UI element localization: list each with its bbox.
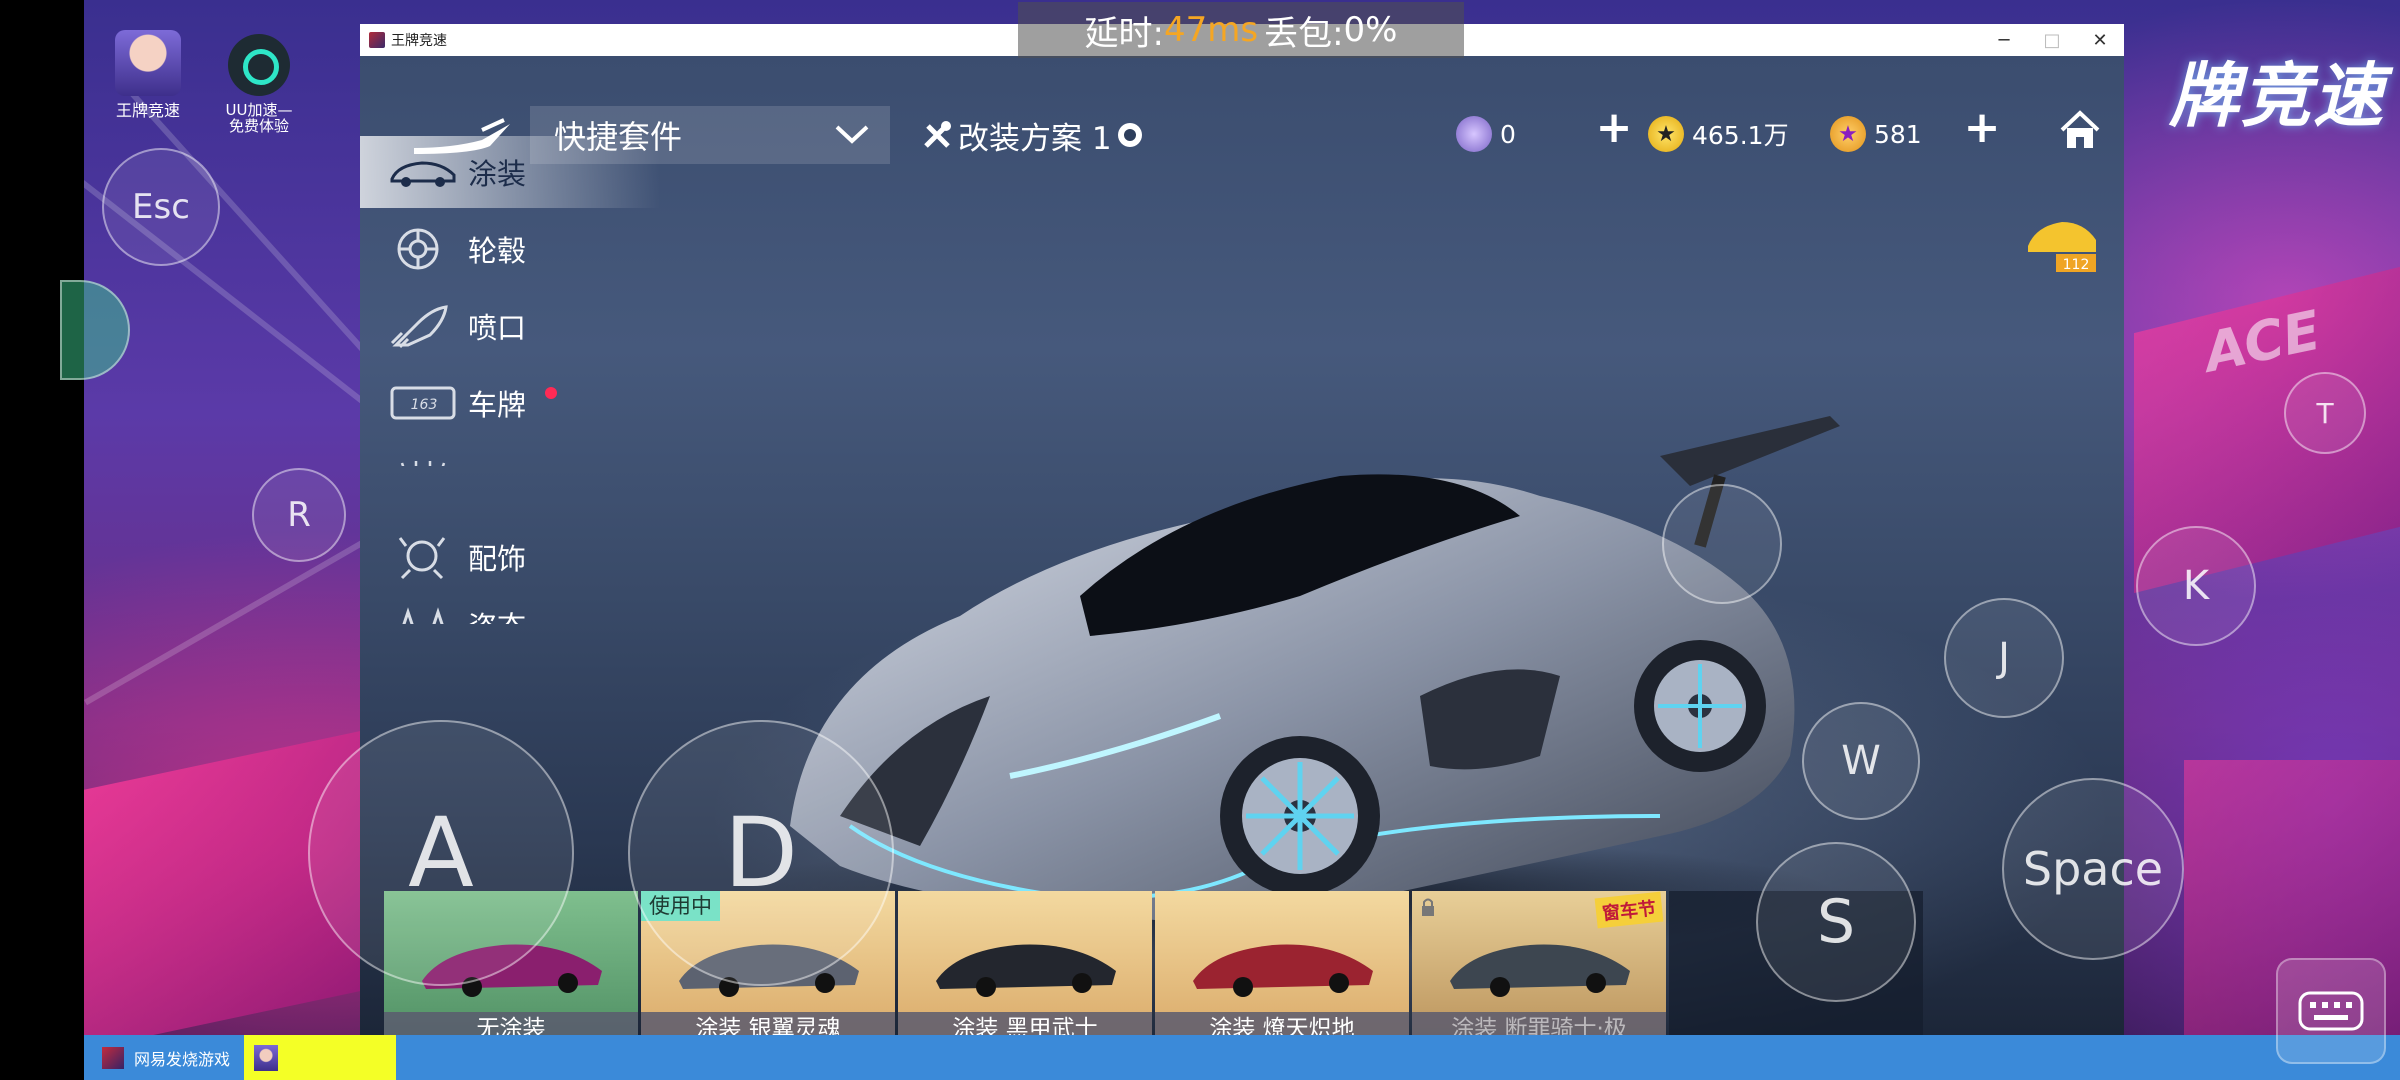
maximize-button[interactable]: □ [2028,24,2076,56]
taskbar: 网易发烧游戏 [84,1035,2400,1080]
star-coin-icon: ★ [1830,116,1866,152]
taskbar-item-label: 网易发烧游戏 [134,1049,231,1069]
skin-car-thumbnail [936,944,1116,997]
delay-label: 延时: [1084,13,1164,54]
minimize-button[interactable]: ─ [1980,24,2028,56]
vkey-j[interactable]: J [1944,598,2064,718]
vkey-t[interactable]: T [2284,372,2366,454]
skin-card[interactable]: 窗车节 涂装 断罪骑士·极 [1412,891,1666,1035]
currency-star: ★ 581 [1830,112,1922,156]
tools-icon [924,121,951,148]
add-star-coin-button[interactable]: + [1962,106,2002,150]
keyboard-mapping-button[interactable] [2276,958,2386,1064]
license-plate-icon: 163 [390,386,456,420]
category-item-plate[interactable]: 163 车牌 [360,367,660,439]
currency-gem: 0 [1456,112,1516,156]
chevron-down-icon [835,125,869,144]
mod-plan-button[interactable]: 改装方案 1 [922,108,1142,162]
skin-list: 无涂装 使用中 涂装 银翼灵魂 涂装 黑甲武士 涂装 燎天炽地 窗车节 涂装 断… [384,891,1923,1035]
category-label: 姿态 [468,604,526,624]
vkey-k[interactable]: K [2136,526,2256,646]
skin-label: 涂装 黑甲武士 [898,1012,1152,1035]
category-item-exhaust[interactable]: 喷口 [360,290,660,362]
pose-icon [402,607,444,624]
taskbar-item-game[interactable] [244,1035,396,1080]
keyboard-icon [2298,991,2364,1031]
loss-value: 0% [1343,10,1398,50]
category-sidebar: 涂装 轮毂 喷口 163 车牌 [360,136,660,466]
add-gold-button[interactable]: + [1594,106,1634,150]
category-label: 喷口 [468,311,527,345]
gem-icon [1456,116,1492,152]
event-tag: 窗车节 [1594,891,1664,929]
skin-car-thumbnail [1450,944,1630,997]
light-strip-icon [400,461,446,466]
category-item-light[interactable]: 灯带 [360,444,660,466]
category-label: 配饰 [468,542,527,576]
eye-icon [1117,123,1142,147]
taskbar-item-netease[interactable]: 网易发烧游戏 [84,1035,244,1080]
vkey-esc[interactable]: Esc [102,148,220,266]
notification-dot [545,387,557,399]
left-black-border [0,0,84,1035]
category-label: 车牌 [468,388,527,422]
desktop-icon-label: 王牌竞速 [115,101,180,120]
delay-value: 47ms [1163,10,1259,50]
desktop-icon-label: UU加速—免费体验 [225,101,293,135]
mod-plan-label: 改装方案 1 [958,120,1112,157]
lock-icon [1422,898,1434,916]
desktop-icon-game[interactable]: 王牌竞速 [88,30,208,120]
network-status: 延时: 47ms 丢包: 0% [1018,2,1464,58]
game-avatar-icon [254,1044,278,1071]
category-label: 灯带 [468,459,526,466]
vkey-d[interactable]: D [628,720,894,986]
garage-icon[interactable]: 112 [2022,206,2102,276]
netease-game-icon [102,1046,124,1069]
currency-value: 465.1万 [1692,121,1789,150]
vkey-s[interactable]: S [1756,842,1916,1002]
close-button[interactable]: ✕ [2076,24,2124,56]
currency-value: 0 [1500,119,1516,149]
loss-label: 丢包: [1264,13,1344,54]
exhaust-icon [390,305,448,349]
skin-card[interactable]: 涂装 燎天炽地 [1155,891,1409,1035]
vkey-space[interactable]: Space [2002,778,2184,960]
vkey-w[interactable]: W [1802,702,1920,820]
category-label: 轮毂 [468,234,527,268]
home-icon[interactable] [2058,108,2102,152]
window-app-icon [369,32,385,48]
skin-label: 涂装 银翼灵魂 [641,1012,895,1035]
wheel-hub-icon [397,228,439,270]
gold-coin-icon: ★ [1648,116,1684,152]
vkey-r[interactable]: R [252,468,346,562]
svg-text:163: 163 [411,397,438,413]
banner-text: 牌竞速 [2169,55,2385,137]
vkey-steer-circle[interactable] [1662,484,1782,604]
category-label: 涂装 [468,157,527,191]
category-item-paint[interactable]: 涂装 [360,136,660,208]
uu-accelerator-icon [228,34,290,96]
category-item-accessory[interactable]: 配饰 [360,521,660,593]
skin-card[interactable]: 涂装 黑甲武士 [898,891,1152,1035]
currency-gold: ★ 465.1万 [1648,112,1789,156]
desktop-icon-uu[interactable]: UU加速—免费体验 [199,34,319,134]
category-item-wheel[interactable]: 轮毂 [360,213,660,285]
category-item-pose[interactable]: 姿态 [360,598,660,624]
paint-car-icon [390,161,456,187]
skin-car-thumbnail [1193,944,1373,997]
skin-label: 无涂装 [384,1012,638,1035]
screen: 牌竞速 ACE 王牌竞速 UU加速—免费体验 王牌竞速 ─ □ ✕ 快捷套件 [0,0,2400,1080]
currency-value: 581 [1874,119,1922,149]
window-title: 王牌竞速 [391,33,447,49]
game-avatar-icon [115,30,181,96]
skin-label: 涂装 断罪骑士·极 [1412,1012,1666,1035]
garage-count: 112 [2063,257,2090,273]
vkey-a[interactable]: A [308,720,574,986]
accessory-icon [398,537,446,580]
skin-label: 涂装 燎天炽地 [1155,1012,1409,1035]
